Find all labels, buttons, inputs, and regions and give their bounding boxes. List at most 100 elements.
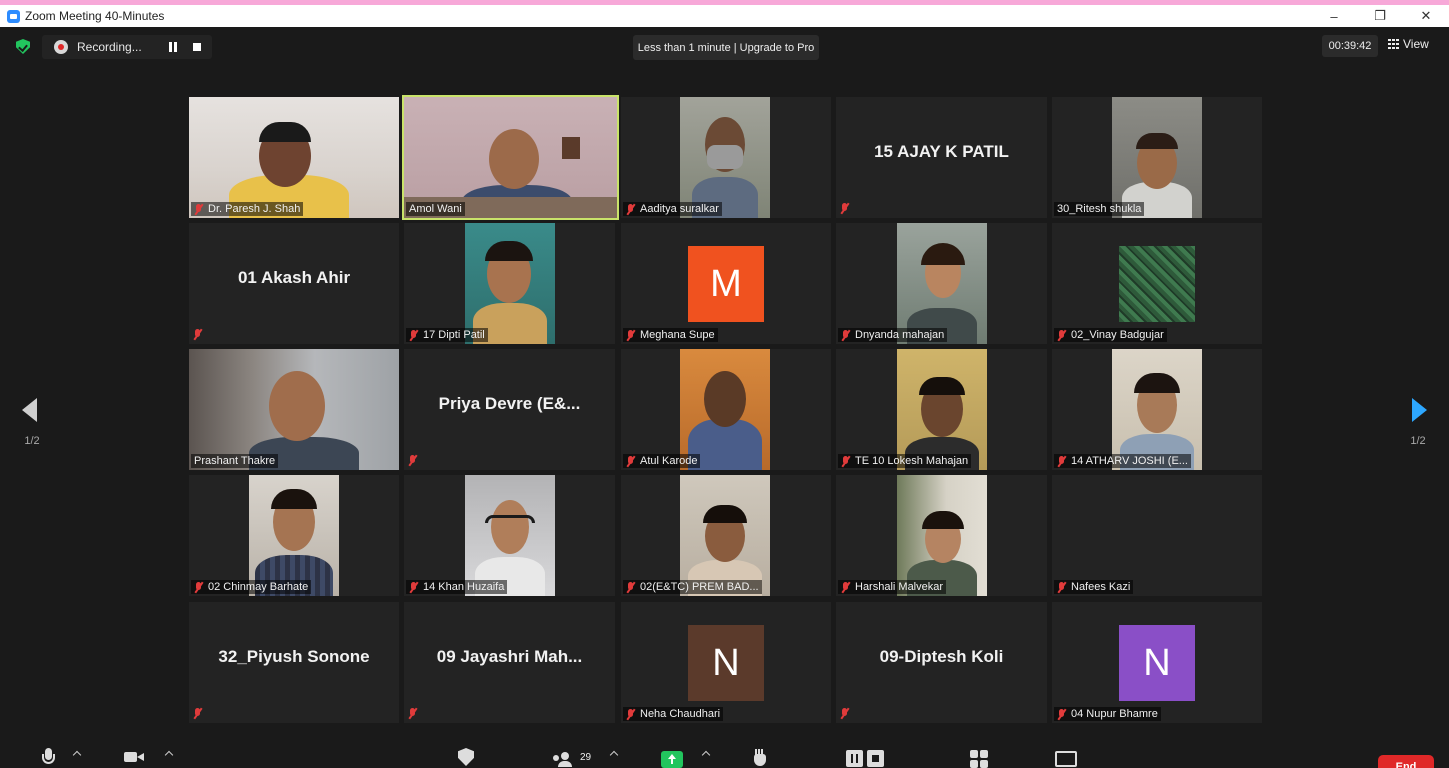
meeting-timer: 00:39:42 xyxy=(1322,35,1378,57)
apps-grid-icon[interactable] xyxy=(970,750,990,768)
participant-tile[interactable]: 14 Khan Huzaifa xyxy=(404,475,615,596)
avatar-letter: N xyxy=(712,641,740,684)
muted-mic-icon xyxy=(626,455,635,467)
participant-tile[interactable]: N Neha Chaudhari xyxy=(621,602,831,723)
microphone-icon[interactable] xyxy=(42,748,55,768)
participant-tile[interactable]: 02_Vinay Badgujar xyxy=(1052,223,1262,344)
participant-tile[interactable]: Dr. Paresh J. Shah xyxy=(189,97,399,218)
video-options-chevron-icon[interactable] xyxy=(164,750,174,760)
zoom-app-icon xyxy=(7,9,20,23)
record-pause-stop-icon[interactable] xyxy=(846,750,886,767)
muted-mic-icon xyxy=(409,329,418,341)
participant-tile[interactable]: M Meghana Supe xyxy=(621,223,831,344)
participant-tile[interactable]: 14 ATHARV JOSHI (E... xyxy=(1052,349,1262,470)
next-page-icon[interactable] xyxy=(1412,398,1427,422)
participant-avatar: M xyxy=(688,246,764,322)
participant-label: Harshali Malvekar xyxy=(838,580,947,594)
muted-mic-icon xyxy=(409,581,418,593)
recording-indicator: Recording... xyxy=(42,35,212,59)
participant-name: Aaditya suralkar xyxy=(640,203,719,215)
participants-options-chevron-icon[interactable] xyxy=(609,750,619,760)
stop-recording-icon[interactable] xyxy=(193,43,201,51)
participant-label: Prashant Thakre xyxy=(191,454,279,468)
participant-video xyxy=(249,475,339,596)
participant-tile[interactable]: 09-Diptesh Koli xyxy=(836,602,1047,723)
participant-tile[interactable]: Dnyanda mahajan xyxy=(836,223,1047,344)
restore-button[interactable]: ❐ xyxy=(1357,5,1403,27)
pause-recording-icon[interactable] xyxy=(168,42,178,52)
participant-tile[interactable]: 17 Dipti Patil xyxy=(404,223,615,344)
security-shield-icon[interactable] xyxy=(458,748,474,766)
upgrade-banner[interactable]: Less than 1 minute | Upgrade to Pro xyxy=(633,35,819,60)
participant-name: Amol Wani xyxy=(409,203,462,215)
participant-name: Dr. Paresh J. Shah xyxy=(208,203,301,215)
participant-tile[interactable]: 30_Ritesh shukla xyxy=(1052,97,1262,218)
page-indicator-right: 1/2 xyxy=(1410,435,1426,447)
participant-tile[interactable]: Harshali Malvekar xyxy=(836,475,1047,596)
audio-options-chevron-icon[interactable] xyxy=(72,750,82,760)
raise-hand-icon[interactable] xyxy=(752,749,768,767)
participant-label: Nafees Kazi xyxy=(1054,580,1134,594)
muted-mic-icon xyxy=(194,203,203,215)
video-camera-icon[interactable] xyxy=(124,752,146,764)
muted-mic-icon xyxy=(194,581,203,593)
muted-mic-icon xyxy=(841,581,850,593)
participant-tile[interactable]: 02(E&TC) PREM BAD... xyxy=(621,475,831,596)
participant-label: Atul Karode xyxy=(623,454,701,468)
participant-label: 02 Chinmay Barhate xyxy=(191,580,312,594)
participant-name-display: Priya Devre (E&... xyxy=(438,394,581,413)
participants-icon[interactable] xyxy=(553,752,577,767)
participant-tile[interactable]: Aaditya suralkar xyxy=(621,97,831,218)
participant-label: Dr. Paresh J. Shah xyxy=(191,202,304,216)
security-shield-icon[interactable] xyxy=(16,39,30,54)
muted-mic-icon xyxy=(626,203,635,215)
previous-page-icon[interactable] xyxy=(22,398,37,422)
meeting-toolbar: 29 End xyxy=(0,740,1449,768)
minimize-button[interactable]: – xyxy=(1311,5,1357,27)
participant-video xyxy=(897,223,987,344)
participant-name: 17 Dipti Patil xyxy=(423,329,485,341)
participant-tile[interactable]: 01 Akash Ahir xyxy=(189,223,399,344)
participant-tile[interactable]: 32_Piyush Sonone xyxy=(189,602,399,723)
participant-tile[interactable]: Priya Devre (E&... xyxy=(404,349,615,470)
participant-label: 30_Ritesh shukla xyxy=(1054,202,1145,216)
participant-name: 02(E&TC) PREM BAD... xyxy=(640,581,759,593)
participant-tile[interactable]: 02 Chinmay Barhate xyxy=(189,475,399,596)
participant-name: TE 10 Lokesh Mahajan xyxy=(855,455,969,467)
end-meeting-button[interactable]: End xyxy=(1378,755,1434,768)
participant-tile[interactable]: TE 10 Lokesh Mahajan xyxy=(836,349,1047,470)
participant-video xyxy=(680,349,770,470)
participant-tile[interactable]: 09 Jayashri Mah... xyxy=(404,602,615,723)
participant-name: Atul Karode xyxy=(640,455,698,467)
muted-mic-icon xyxy=(408,708,417,719)
share-screen-icon[interactable] xyxy=(661,751,683,768)
participant-label: Meghana Supe xyxy=(623,328,718,342)
participant-count: 29 xyxy=(580,752,592,763)
participant-name: 04 Nupur Bhamre xyxy=(1071,708,1158,720)
participant-tile[interactable]: 15 AJAY K PATIL xyxy=(836,97,1047,218)
muted-mic-icon xyxy=(1057,581,1066,593)
participant-tile[interactable]: Atul Karode xyxy=(621,349,831,470)
view-label: View xyxy=(1403,37,1429,51)
whiteboard-cast-icon[interactable] xyxy=(1055,751,1077,767)
participant-label: Amol Wani xyxy=(406,202,465,216)
muted-mic-icon xyxy=(841,455,850,467)
share-options-chevron-icon[interactable] xyxy=(701,750,711,760)
recording-label: Recording... xyxy=(77,40,142,54)
participant-label: 02_Vinay Badgujar xyxy=(1054,328,1167,342)
participant-tile[interactable]: Prashant Thakre xyxy=(189,349,399,470)
participant-tile[interactable]: Nafees Kazi xyxy=(1052,475,1262,596)
participant-name: Prashant Thakre xyxy=(194,455,276,467)
muted-mic-icon xyxy=(1057,329,1066,341)
participant-label: 17 Dipti Patil xyxy=(406,328,488,342)
participant-name-display: 32_Piyush Sonone xyxy=(218,647,370,666)
participant-avatar: N xyxy=(688,625,764,701)
participant-tile-active-speaker[interactable]: Amol Wani xyxy=(402,95,619,220)
close-button[interactable]: ✕ xyxy=(1403,5,1449,27)
participant-label: TE 10 Lokesh Mahajan xyxy=(838,454,972,468)
participant-name-display: 09-Diptesh Koli xyxy=(879,647,1004,666)
participant-tile[interactable]: N 04 Nupur Bhamre xyxy=(1052,602,1262,723)
participant-label: 04 Nupur Bhamre xyxy=(1054,707,1161,721)
muted-mic-icon xyxy=(626,581,635,593)
view-button[interactable]: View xyxy=(1388,37,1429,51)
